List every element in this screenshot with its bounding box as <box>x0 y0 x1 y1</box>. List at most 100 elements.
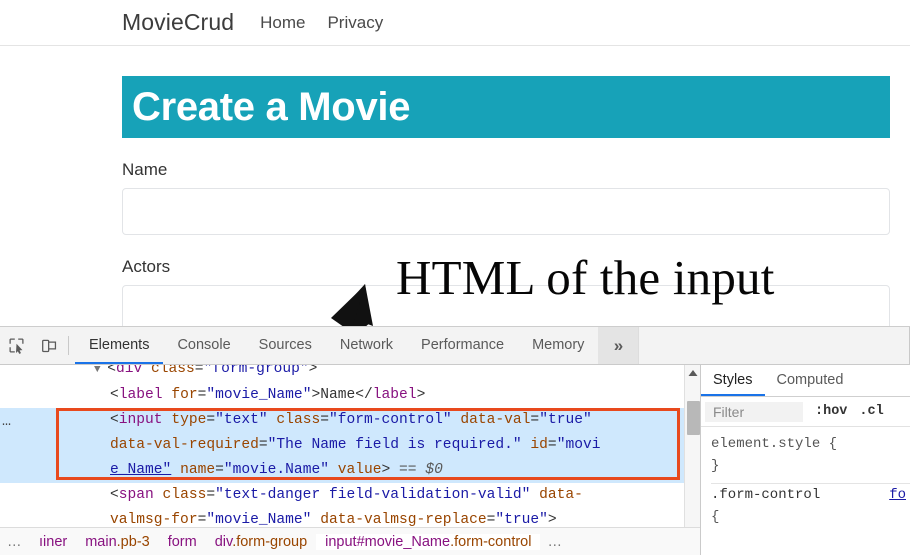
breadcrumb-tag: div <box>214 533 233 550</box>
inspect-element-icon[interactable] <box>0 327 33 364</box>
tab-performance[interactable]: Performance <box>407 327 518 364</box>
breadcrumb-item-container[interactable]: ıiner <box>30 534 76 550</box>
code-token-punct: = <box>215 462 224 478</box>
code-token-attr: class <box>153 487 207 503</box>
code-token-punct: = <box>320 412 329 428</box>
annotation-label: HTML of the input <box>396 250 775 305</box>
styles-pane: Styles Computed Filter :hov .cl element.… <box>700 365 910 555</box>
styles-rules-list: element.style { } .form-control fo { <box>701 427 910 555</box>
code-token-attr: name <box>171 462 216 478</box>
code-token-tag: label <box>372 387 417 403</box>
nav-link-home[interactable]: Home <box>260 13 305 33</box>
tab-network[interactable]: Network <box>326 327 407 364</box>
device-toolbar-glyph <box>42 339 57 353</box>
style-rule-open-brace: { <box>711 509 720 525</box>
line-div-formgroup[interactable]: ▼ <div class="form-group"> <box>0 365 700 383</box>
breadcrumb-class: .form-control <box>450 533 532 550</box>
more-tabs-button[interactable]: » <box>598 327 639 364</box>
line-input-3[interactable]: e_Name" name="movie.Name" value> == $0 <box>0 458 700 483</box>
code-token-punct: = <box>530 412 540 428</box>
tab-computed[interactable]: Computed <box>765 365 856 396</box>
scrollbar-thumb[interactable] <box>687 401 700 435</box>
form-group-name: Name <box>122 160 890 235</box>
dom-tree-pane[interactable]: ▼ <div class="form-group"> <label for="mo… <box>0 365 700 555</box>
dom-left-ellipsis: … <box>2 413 14 430</box>
code-token-val: "text-danger field-validation-valid" <box>215 487 531 503</box>
code-token-punct: < <box>107 365 116 377</box>
code-token-val: "The Name field is required." <box>267 437 522 453</box>
code-token-attr: for <box>162 387 198 403</box>
nav-link-privacy[interactable]: Privacy <box>327 13 383 33</box>
breadcrumb-left-ellipsis[interactable]: … <box>0 534 30 550</box>
code-token-attr: valmsg-for <box>110 512 198 528</box>
code-token-txt: Name <box>320 387 356 403</box>
breadcrumb-class: .form-group <box>232 533 308 550</box>
code-token-punct: > <box>547 512 557 528</box>
input-movie-name[interactable] <box>122 188 890 235</box>
code-token-valu: e_Name" <box>110 462 172 478</box>
styles-filterbar: Filter :hov .cl <box>701 397 910 427</box>
breadcrumb-tag: main <box>85 533 117 550</box>
code-token-tag: div <box>115 365 143 377</box>
dom-tree-lines: ▼ <div class="form-group"> <label for="mo… <box>0 365 700 533</box>
code-token-punct: > <box>416 387 426 403</box>
tab-elements[interactable]: Elements <box>75 327 164 364</box>
dom-breadcrumb[interactable]: … ıiner main.pb-3 form div.form-group in… <box>0 527 700 555</box>
line-span-1[interactable]: <span class="text-danger field-validatio… <box>0 483 700 508</box>
code-token-punct: > <box>308 365 318 377</box>
code-token-attr: id <box>521 437 548 453</box>
code-token-attr: data-val <box>451 412 531 428</box>
code-token-tag: label <box>118 387 163 403</box>
code-token-val: "form-group" <box>203 365 309 377</box>
code-token-punct: < <box>110 487 119 503</box>
tab-memory[interactable]: Memory <box>518 327 598 364</box>
code-token-arrowglyph: ▼ <box>94 365 108 376</box>
tab-styles[interactable]: Styles <box>701 365 765 396</box>
code-token-punct: = <box>206 487 216 503</box>
style-rule-selector: .form-control <box>711 487 821 503</box>
styles-filter-input[interactable]: Filter <box>705 401 803 422</box>
code-token-punct: > <box>311 387 321 403</box>
breadcrumb-item-input-movie-name[interactable]: input#movie_Name.form-control <box>316 533 541 550</box>
code-token-attr: class <box>267 412 321 428</box>
breadcrumb-item-main[interactable]: main.pb-3 <box>76 534 159 550</box>
breadcrumb-item-div-formgroup[interactable]: div.form-group <box>206 534 316 550</box>
code-token-val: "text" <box>215 412 268 428</box>
breadcrumb-tag: form <box>167 533 197 550</box>
site-navbar: MovieCrud Home Privacy <box>0 0 910 46</box>
code-token-val: "movie.Name" <box>223 462 329 478</box>
styles-tabbar: Styles Computed <box>701 365 910 397</box>
page-header-banner: Create a Movie <box>122 76 890 138</box>
tab-sources[interactable]: Sources <box>245 327 326 364</box>
breadcrumb-tag: ıiner <box>39 533 68 550</box>
code-token-val: "true" <box>495 512 548 528</box>
toggle-hover-state-button[interactable]: :hov <box>815 404 847 419</box>
code-token-attr: data- <box>530 487 583 503</box>
breadcrumb-class: .pb-3 <box>116 533 150 550</box>
site-brand[interactable]: MovieCrud <box>122 9 234 36</box>
code-token-punct: = <box>547 437 557 453</box>
line-input-1[interactable]: <input type="text" class="form-control" … <box>0 408 700 433</box>
code-token-punct: = <box>206 412 216 428</box>
code-token-attr: data-val-required <box>110 437 259 453</box>
tab-console[interactable]: Console <box>163 327 244 364</box>
toggle-class-button[interactable]: .cl <box>859 404 883 419</box>
style-rule-form-control[interactable]: .form-control fo <box>711 484 910 506</box>
code-token-val: "form-control" <box>328 412 452 428</box>
toolbar-divider <box>68 336 69 355</box>
breadcrumb-tag: input#movie_Name <box>325 533 451 550</box>
code-token-dollar: == $0 <box>390 462 443 478</box>
code-token-attr: data-valmsg-replace <box>311 512 487 528</box>
scroll-up-icon[interactable] <box>685 365 700 381</box>
devtools-panels: ▼ <div class="form-group"> <label for="mo… <box>0 365 910 555</box>
code-token-punct: < <box>110 412 119 428</box>
line-label[interactable]: <label for="movie_Name">Name</label> <box>0 383 700 408</box>
device-toolbar-icon[interactable] <box>33 327 66 364</box>
code-token-val: "movi <box>556 437 601 453</box>
line-input-2[interactable]: data-val-required = "The Name field is req… <box>0 433 700 458</box>
style-rule-element-style[interactable]: element.style { <box>711 433 910 455</box>
breadcrumb-item-form[interactable]: form <box>159 534 206 550</box>
code-token-attr: class <box>142 365 195 377</box>
style-rule-source-link[interactable]: fo <box>889 484 906 506</box>
breadcrumb-right-ellipsis[interactable]: … <box>540 534 570 550</box>
